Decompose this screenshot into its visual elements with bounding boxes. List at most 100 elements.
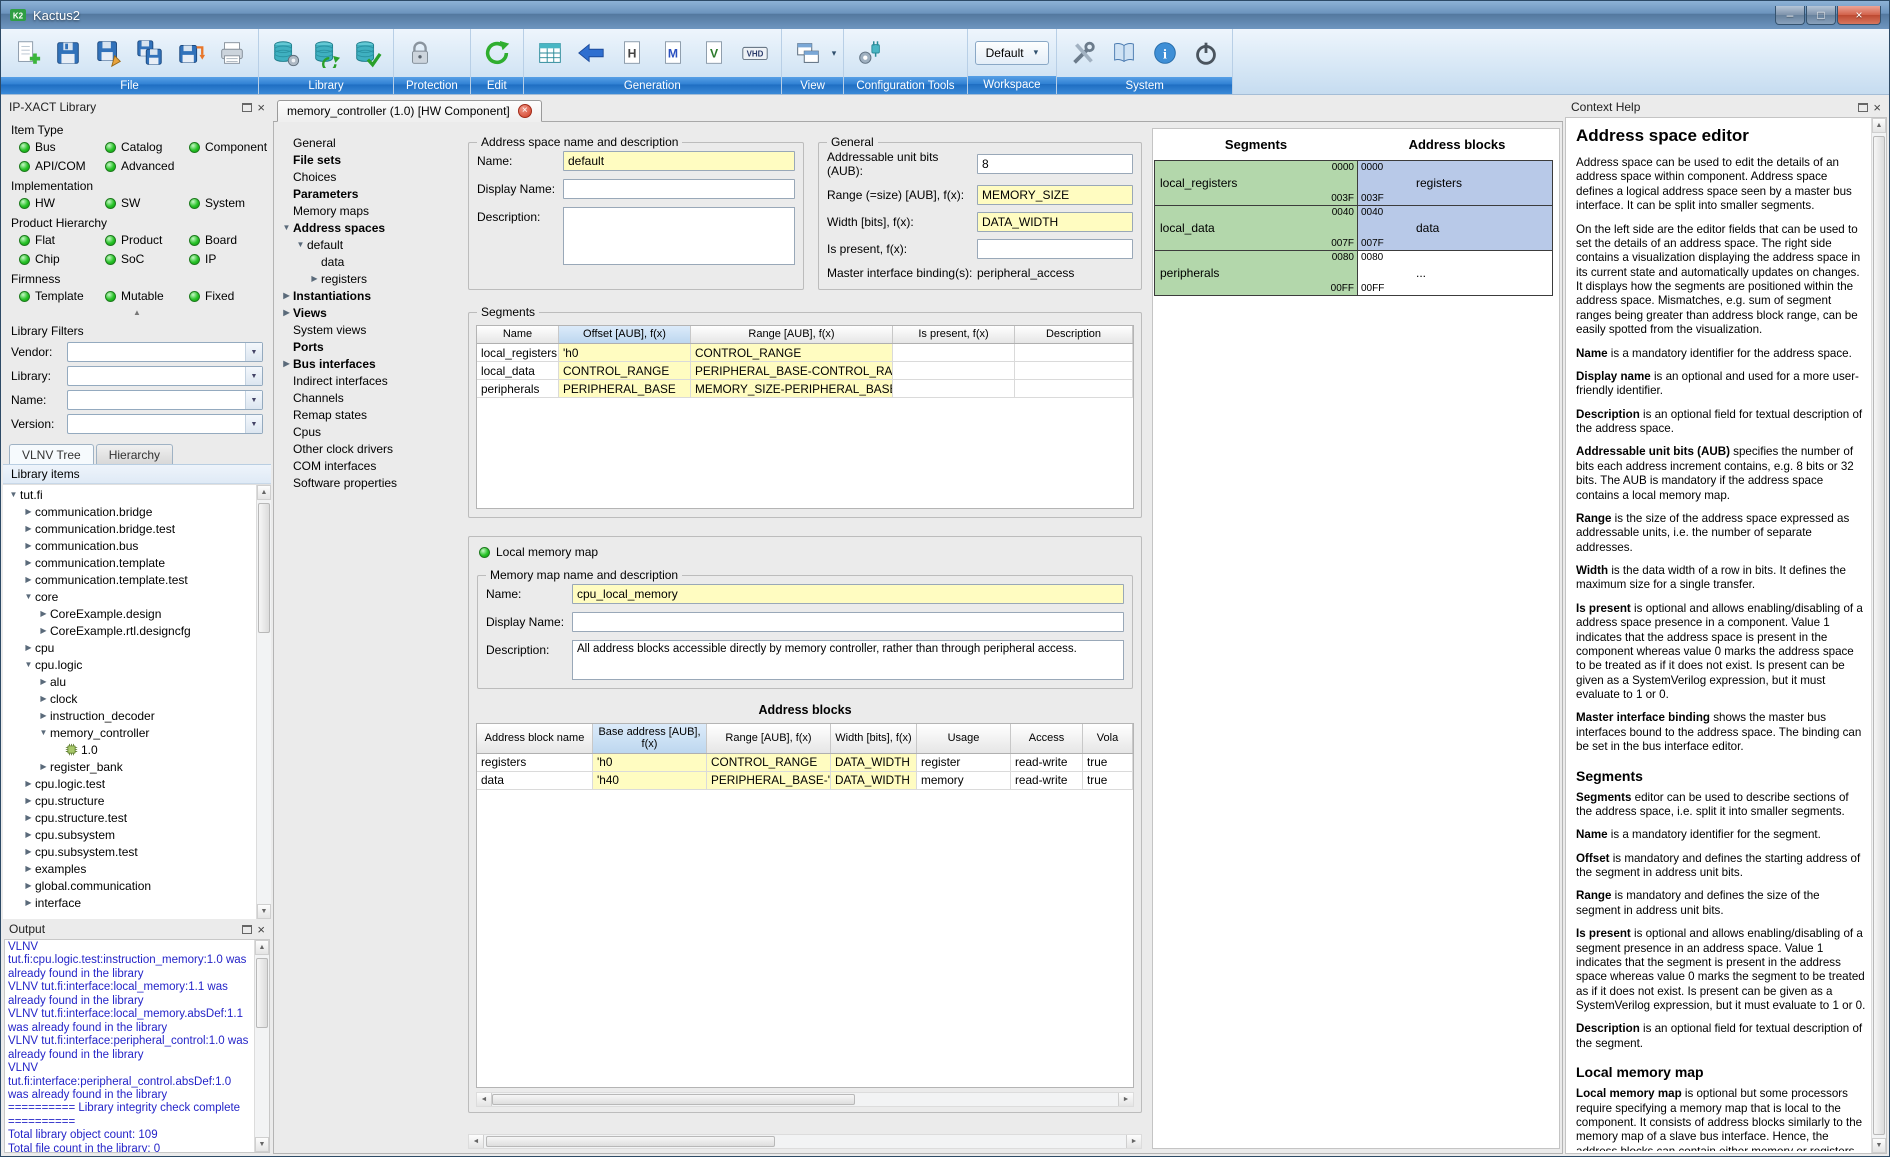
table-cell[interactable]: data [477, 772, 593, 790]
settings-button[interactable] [1064, 31, 1102, 75]
generate-verilog-button[interactable]: V [695, 31, 733, 75]
library-tree-item[interactable]: ▶CoreExample.design [3, 605, 256, 622]
table-cell[interactable]: MEMORY_SIZE-PERIPHERAL_BASE [691, 380, 893, 398]
library-tree-item[interactable]: ▶examples [3, 860, 256, 877]
memory-map-display-input[interactable] [572, 612, 1124, 632]
filter-toggle-advanced[interactable]: Advanced [105, 159, 189, 173]
local-memory-map-checkbox[interactable] [479, 547, 490, 558]
library-tree-item[interactable]: ▶cpu.structure [3, 792, 256, 809]
table-cell[interactable]: read-write [1011, 754, 1083, 772]
library-tree-item[interactable]: ▼core [3, 588, 256, 605]
generate-makefile-button[interactable]: M [654, 31, 692, 75]
library-tree-item[interactable]: ▶register_bank [3, 758, 256, 775]
segment-block[interactable]: local_registers0000003F [1154, 160, 1358, 206]
address-block[interactable]: 008000FF... [1357, 250, 1553, 296]
column-header[interactable]: Range [AUB], f(x) [691, 326, 893, 343]
float-panel-icon[interactable] [1858, 103, 1868, 112]
scroll-down-icon[interactable]: ▼ [257, 904, 271, 919]
column-header[interactable]: Access [1011, 724, 1083, 753]
nav-item-address-spaces[interactable]: ▼Address spaces [276, 219, 462, 236]
memory-map-name-input[interactable] [572, 584, 1124, 604]
configuration-tools-button[interactable] [851, 31, 889, 75]
column-header[interactable]: Width [bits], f(x) [831, 724, 917, 753]
table-cell[interactable] [893, 362, 1015, 380]
nav-item-software-properties[interactable]: Software properties [276, 474, 462, 491]
table-cell[interactable]: 'h0 [593, 754, 707, 772]
column-header[interactable]: Range [AUB], f(x) [707, 724, 831, 753]
column-header[interactable]: Is present, f(x) [893, 326, 1015, 343]
filter-toggle-chip[interactable]: Chip [19, 252, 105, 266]
table-cell[interactable]: PERIPHERAL_BASE [559, 380, 691, 398]
table-cell[interactable]: CONTROL_RANGE [707, 754, 831, 772]
range-input[interactable] [977, 185, 1133, 205]
library-tree-item[interactable]: ▶alu [3, 673, 256, 690]
filter-toggle-sw[interactable]: SW [105, 196, 189, 210]
library-tree-item[interactable]: ▶global.communication [3, 877, 256, 894]
minimize-button[interactable]: – [1775, 6, 1805, 25]
nav-item-file-sets[interactable]: File sets [276, 151, 462, 168]
filter-toggle-product[interactable]: Product [105, 233, 189, 247]
new-button[interactable] [8, 31, 46, 75]
nav-item-cpus[interactable]: Cpus [276, 423, 462, 440]
filter-toggle-flat[interactable]: Flat [19, 233, 105, 247]
table-cell[interactable]: register [917, 754, 1011, 772]
scrollbar-thumb[interactable] [256, 958, 268, 1028]
filter-toggle-component[interactable]: Component [189, 140, 271, 154]
context-help-scrollbar[interactable]: ▲ ▼ [1871, 118, 1886, 1153]
nav-item-data[interactable]: data [276, 253, 462, 270]
library-tree-item[interactable]: ▶communication.template.test [3, 571, 256, 588]
scroll-down-icon[interactable]: ▼ [1872, 1138, 1886, 1153]
table-cell[interactable]: DATA_WIDTH [831, 772, 917, 790]
library-tree-item[interactable]: ▶communication.template [3, 554, 256, 571]
table-cell[interactable]: CONTROL_RANGE [559, 362, 691, 380]
scrollbar-thumb[interactable] [258, 503, 270, 633]
workspace-selector[interactable]: Default▾ [975, 41, 1050, 65]
filter-toggle-bus[interactable]: Bus [19, 140, 105, 154]
refresh-button[interactable] [478, 31, 516, 75]
library-tree-item[interactable]: ▶interface [3, 894, 256, 911]
collapse-filters-arrow[interactable]: ▲ [3, 308, 271, 317]
library-tree-item[interactable]: ▶cpu.subsystem.test [3, 843, 256, 860]
generate-vhdl-button[interactable]: VHD [736, 31, 774, 75]
tab-hierarchy[interactable]: Hierarchy [96, 444, 173, 464]
library-tree-item[interactable]: ▼memory_controller [3, 724, 256, 741]
about-button[interactable]: i [1146, 31, 1184, 75]
filter-toggle-ip[interactable]: IP [189, 252, 271, 266]
library-tree-item[interactable]: ▶clock [3, 690, 256, 707]
column-header[interactable]: Base address [AUB], f(x) [593, 724, 707, 753]
filter-version-combo[interactable]: ▼ [67, 414, 263, 434]
filter-toggle-system[interactable]: System [189, 196, 271, 210]
column-header[interactable]: Usage [917, 724, 1011, 753]
column-header[interactable]: Vola [1083, 724, 1133, 753]
filter-toggle-board[interactable]: Board [189, 233, 271, 247]
nav-item-system-views[interactable]: System views [276, 321, 462, 338]
nav-item-memory-maps[interactable]: Memory maps [276, 202, 462, 219]
scroll-up-icon[interactable]: ▲ [255, 940, 269, 955]
close-button[interactable]: × [1837, 6, 1881, 25]
scroll-up-icon[interactable]: ▲ [1872, 118, 1886, 133]
filter-name-combo[interactable]: ▼ [67, 390, 263, 410]
help-button[interactable] [1105, 31, 1143, 75]
scrollbar-thumb[interactable] [492, 1094, 855, 1105]
scrollbar-thumb[interactable] [486, 1136, 775, 1147]
table-cell[interactable]: registers [477, 754, 593, 772]
table-cell[interactable]: local_data [477, 362, 559, 380]
table-cell[interactable]: DATA_WIDTH [831, 754, 917, 772]
width-input[interactable] [977, 212, 1133, 232]
output-scrollbar[interactable]: ▲ ▼ [254, 940, 269, 1152]
nav-item-other-clock-drivers[interactable]: Other clock drivers [276, 440, 462, 457]
scroll-right-icon[interactable]: ► [1126, 1135, 1141, 1148]
aub-input[interactable] [977, 154, 1133, 174]
library-tree-item[interactable]: ▶communication.bus [3, 537, 256, 554]
filter-vendor-combo[interactable]: ▼ [67, 342, 263, 362]
address-block[interactable]: 0040007Fdata [1357, 205, 1553, 251]
library-tree-item[interactable]: ▶cpu [3, 639, 256, 656]
library-tree-item[interactable]: ▶cpu.logic.test [3, 775, 256, 792]
nav-item-remap-states[interactable]: Remap states [276, 406, 462, 423]
nav-item-general[interactable]: General [276, 134, 462, 151]
filter-toggle-template[interactable]: Template [19, 289, 105, 303]
lock-button[interactable] [401, 31, 439, 75]
table-cell[interactable]: PERIPHERAL_BASE-'h40 [707, 772, 831, 790]
display-name-input[interactable] [563, 179, 795, 199]
save-button[interactable] [49, 31, 87, 75]
